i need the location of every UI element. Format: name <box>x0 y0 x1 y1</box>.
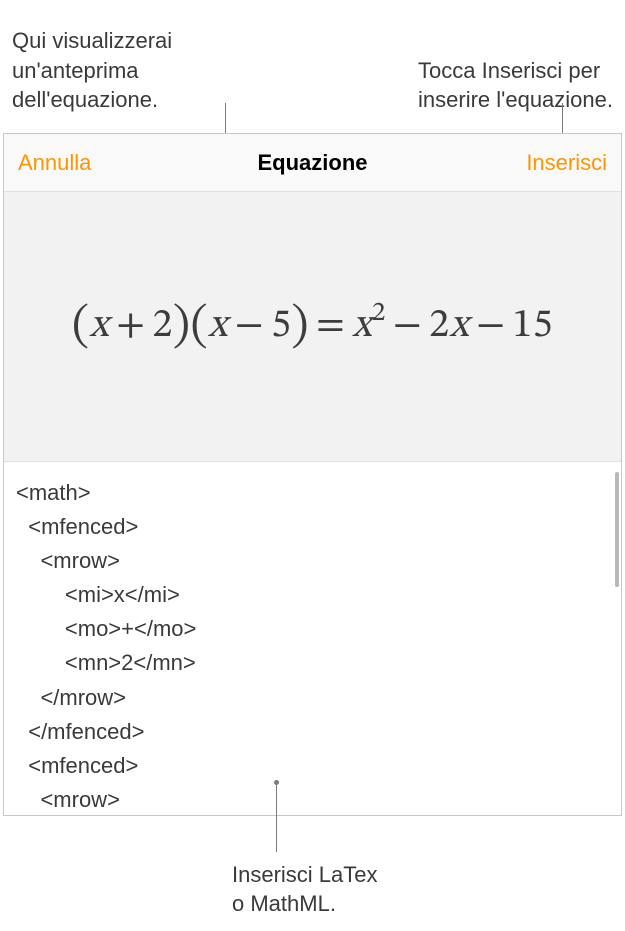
scrollbar-thumb[interactable] <box>615 472 619 587</box>
code-line: <mrow> <box>16 548 120 573</box>
callout-code-label: Inserisci LaTex o MathML. <box>232 860 378 919</box>
callout-text: Qui visualizzerai <box>12 28 172 53</box>
code-line: </mfenced> <box>16 719 144 744</box>
callout-insert-label: Tocca Inserisci per inserire l'equazione… <box>418 56 613 115</box>
code-line: <mn>2</mn> <box>16 650 196 675</box>
toolbar: Annulla Equazione Inserisci <box>4 134 621 192</box>
callout-preview-label: Qui visualizzerai un'anteprima dell'equa… <box>12 26 172 115</box>
equation-code-input[interactable]: <math> <mfenced> <mrow> <mi>x</mi> <mo>+… <box>4 462 621 815</box>
code-line: <mi>x</mi> <box>16 582 180 607</box>
code-line: </mrow> <box>16 685 126 710</box>
callout-text: inserire l'equazione. <box>418 87 613 112</box>
callout-text: dell'equazione. <box>12 87 158 112</box>
rendered-equation: (x+2)(x−5)=x2−2x−15 <box>72 297 553 357</box>
equation-preview-area: (x+2)(x−5)=x2−2x−15 <box>4 192 621 462</box>
callouts-top: Qui visualizzerai un'anteprima dell'equa… <box>0 0 625 115</box>
code-line: <math> <box>16 480 91 505</box>
insert-button[interactable]: Inserisci <box>524 146 609 180</box>
cancel-button[interactable]: Annulla <box>16 146 93 180</box>
callouts-bottom: Inserisci LaTex o MathML. <box>232 860 378 919</box>
code-line: <mfenced> <box>16 514 138 539</box>
callout-text: Inserisci LaTex <box>232 862 378 887</box>
code-line: <mrow> <box>16 787 120 812</box>
code-line: <mo>+</mo> <box>16 616 196 641</box>
panel-title: Equazione <box>257 150 367 176</box>
code-line: <mfenced> <box>16 753 138 778</box>
callout-text: Tocca Inserisci per <box>418 58 600 83</box>
callout-text: o MathML. <box>232 891 336 916</box>
callout-leader-line <box>276 782 277 852</box>
equation-editor-panel: Annulla Equazione Inserisci (x+2)(x−5)=x… <box>3 133 622 816</box>
callout-text: un'anteprima <box>12 58 139 83</box>
